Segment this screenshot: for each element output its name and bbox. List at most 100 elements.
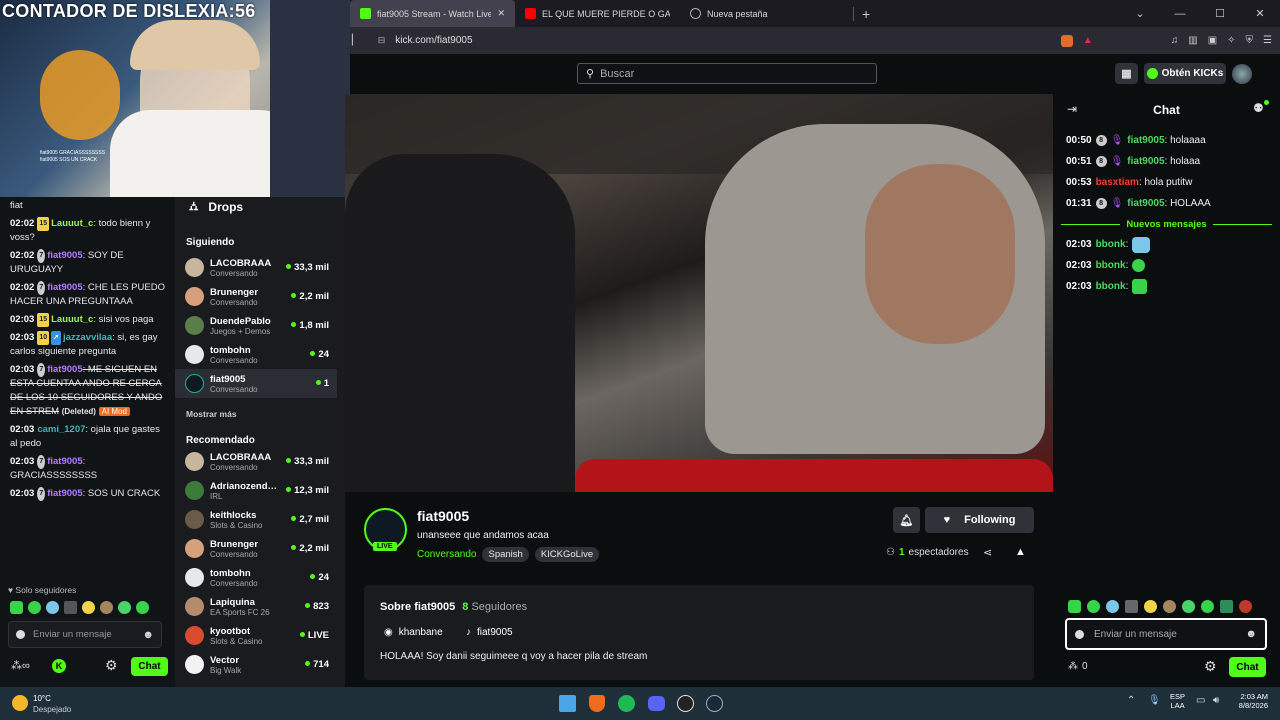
sidebar-channel-active[interactable]: fiat9005 Conversando 1 xyxy=(175,369,337,398)
tab-list-icon[interactable]: ⌄ xyxy=(1120,7,1160,20)
emote-icon[interactable] xyxy=(1144,600,1157,613)
tray-overflow-icon[interactable]: ⌃ xyxy=(1127,695,1135,706)
minimize-icon[interactable]: — xyxy=(1160,8,1200,20)
emote-icon[interactable] xyxy=(100,601,113,614)
studio-button[interactable]: ▦ xyxy=(1115,63,1138,84)
rewards-icon[interactable]: ▲ xyxy=(1083,35,1093,46)
chat-username[interactable]: fiat9005 xyxy=(47,456,82,467)
brave-shield-icon[interactable] xyxy=(1060,34,1073,47)
start-windows-icon[interactable] xyxy=(559,695,576,712)
chat-username[interactable]: Lauuut_c xyxy=(51,314,93,325)
emote-icon[interactable] xyxy=(1239,600,1252,613)
spotify-icon[interactable] xyxy=(618,695,635,712)
chat-username[interactable]: basxtiam xyxy=(1096,177,1139,188)
wallet-icon[interactable]: ▣ xyxy=(1208,35,1217,46)
share-icon[interactable]: ⋖ xyxy=(983,546,992,559)
emote-icon[interactable] xyxy=(1220,600,1233,613)
network-icon[interactable]: ▭ xyxy=(1196,695,1205,706)
emote-icon[interactable] xyxy=(1106,600,1119,613)
volume-icon[interactable]: 🔊︎ xyxy=(1213,695,1219,706)
chat-username[interactable]: fiat9005 xyxy=(1127,156,1164,167)
emoji-icon[interactable]: ☻ xyxy=(142,629,154,641)
tag-chip[interactable]: Spanish xyxy=(482,547,529,562)
url-text[interactable]: kick.com/fiat9005 xyxy=(395,35,472,46)
language-indicator[interactable]: ESP LAA xyxy=(1170,692,1185,710)
tag-chip[interactable]: KICKGoLive xyxy=(534,547,600,562)
drops-link[interactable]: ⛼ Drops xyxy=(189,199,243,215)
sidebar-channel[interactable]: tombohn Conversando 24 xyxy=(175,340,337,369)
emote-icon[interactable] xyxy=(1125,600,1138,613)
notification-bell-button[interactable]: 🔔︎ xyxy=(893,507,920,533)
obs-icon[interactable] xyxy=(677,695,694,712)
kicks-balance[interactable]: ⁂ 0 xyxy=(1068,661,1088,672)
sidebar-channel[interactable]: keithlocks Slots & Casino 2,7 mil xyxy=(175,505,337,534)
maximize-icon[interactable]: ☐ xyxy=(1200,7,1240,20)
sidebar-channel[interactable]: Adrianozendej... IRL 12,3 mil xyxy=(175,476,337,505)
search-input[interactable]: ⚲ Buscar xyxy=(577,63,877,84)
follow-button[interactable]: ♥ Following xyxy=(925,507,1034,533)
emote-icon[interactable] xyxy=(1068,600,1081,613)
new-tab-icon[interactable]: + xyxy=(862,6,870,22)
overlay-chat-send-button[interactable]: Chat xyxy=(131,657,168,676)
tiktok-link[interactable]: ♪ fiat9005 xyxy=(466,627,513,638)
sidebar-channel[interactable]: Vector Big Walk 714 xyxy=(175,650,337,679)
tab-youtube[interactable]: EL QUE MUERE PIERDE O GANA? 1 P xyxy=(515,0,680,27)
leo-icon[interactable]: ✧ xyxy=(1227,35,1235,46)
chat-username[interactable]: fiat9005 xyxy=(47,250,82,261)
back-icon[interactable]: ▏ xyxy=(352,35,360,46)
chat-username[interactable]: fiat9005 xyxy=(1127,198,1164,209)
badge-selector-icon[interactable] xyxy=(1075,629,1084,639)
chat-username[interactable]: bbonk xyxy=(1096,281,1126,292)
discord-app-icon[interactable] xyxy=(648,696,665,711)
chat-username[interactable]: fiat9005 xyxy=(1127,135,1164,146)
sidebar-channel[interactable]: LACOBRAAA Conversando 33,3 mil xyxy=(175,447,337,476)
emote-icon[interactable] xyxy=(28,601,41,614)
chat-username[interactable]: fiat9005 xyxy=(47,488,82,499)
chat-input[interactable]: Enviar un mensaje ☻ xyxy=(1065,618,1267,650)
chat-settings-gear-icon[interactable]: ⚙ xyxy=(1204,658,1217,675)
sidebar-channel[interactable]: LACOBRAAA Conversando 33,3 mil xyxy=(175,253,337,282)
sidebar-channel[interactable]: DuendePablo Juegos + Demos 1,8 mil xyxy=(175,311,337,340)
emote-icon[interactable] xyxy=(82,601,95,614)
chat-username[interactable]: cami_1207 xyxy=(37,424,85,435)
emote-icon[interactable] xyxy=(1163,600,1176,613)
clock[interactable]: 2:03 AM 8/8/2026 xyxy=(1232,692,1268,710)
close-tab-icon[interactable]: ✕ xyxy=(497,8,505,19)
sidebar-channel[interactable]: Lapiquina EA Sports FC 26 823 xyxy=(175,592,337,621)
sidebar-channel[interactable]: kyootbot Slots & Casino LIVE xyxy=(175,621,337,650)
sidebar-icon[interactable]: ▥ xyxy=(1188,35,1197,46)
emote-icon[interactable] xyxy=(1087,600,1100,613)
steam-icon[interactable] xyxy=(706,695,723,712)
kick-logo-icon[interactable]: K xyxy=(52,659,66,673)
chat-send-button[interactable]: Chat xyxy=(1229,657,1266,677)
media-icon[interactable]: ♫ xyxy=(1171,35,1179,46)
emote-icon[interactable] xyxy=(46,601,59,614)
get-kicks-button[interactable]: Obtén KICKs xyxy=(1144,63,1226,84)
report-warning-icon[interactable]: ▲ xyxy=(1015,546,1026,558)
sidebar-channel[interactable]: Brunenger Conversando 2,2 mil xyxy=(175,534,337,563)
kicks-infinity-icon[interactable]: ⁂∞ xyxy=(11,659,30,672)
site-info-icon[interactable]: ⊟ xyxy=(378,35,386,46)
emote-icon[interactable] xyxy=(136,601,149,614)
emoji-icon[interactable]: ☻ xyxy=(1245,628,1257,640)
vpn-icon[interactable]: ⛨ xyxy=(1246,35,1254,46)
close-window-icon[interactable]: ✕ xyxy=(1240,7,1280,20)
tab-new[interactable]: Nueva pestaña xyxy=(680,0,845,27)
weather-sun-icon[interactable] xyxy=(12,695,28,711)
brave-browser-icon[interactable] xyxy=(589,695,605,712)
channel-name-heading[interactable]: fiat9005 xyxy=(417,508,469,524)
emote-icon[interactable] xyxy=(1201,600,1214,613)
overlay-chat-input[interactable]: Enviar un mensaje ☻ xyxy=(8,621,162,648)
sidebar-channel[interactable]: Brunenger Conversando 2,2 mil xyxy=(175,282,337,311)
chat-username[interactable]: fiat9005 xyxy=(47,364,82,375)
chat-username[interactable]: Lauuut_c xyxy=(51,218,93,229)
settings-gear-icon[interactable]: ⚙ xyxy=(105,657,118,674)
tab-kick[interactable]: fiat9005 Stream - Watch Live ✕ xyxy=(350,0,515,27)
emote-icon[interactable] xyxy=(1182,600,1195,613)
chat-username[interactable]: fiat9005 xyxy=(47,282,82,293)
menu-icon[interactable]: ☰ xyxy=(1263,35,1272,46)
emote-icon[interactable] xyxy=(64,601,77,614)
chat-username[interactable]: jazzavvilaa xyxy=(63,332,112,343)
chat-users-icon[interactable]: ⚉ xyxy=(1253,101,1264,115)
stream-category-link[interactable]: Conversando xyxy=(417,549,476,560)
